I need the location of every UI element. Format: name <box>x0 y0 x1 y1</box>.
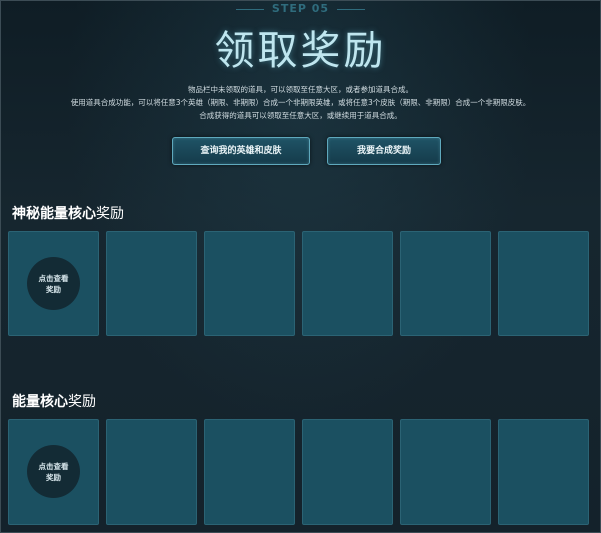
section-title-bold: 能量核心 <box>12 394 68 410</box>
page-title: 领取奖励 <box>214 28 387 74</box>
reward-card[interactable] <box>498 231 589 336</box>
reward-card[interactable] <box>204 419 295 525</box>
description: 物品栏中未领取的道具，可以领取至任意大区，或者参加道具合成。 使用道具合成功能，… <box>0 83 601 122</box>
section-title-mystery-core: 神秘能量核心奖励 <box>12 203 124 223</box>
section-title-energy-core: 能量核心奖励 <box>12 391 96 411</box>
view-reward-button[interactable]: 点击查看 奖励 <box>27 257 80 310</box>
reward-card[interactable] <box>400 231 491 336</box>
reward-card[interactable]: 点击查看 奖励 <box>8 419 99 525</box>
reward-card[interactable] <box>106 231 197 336</box>
description-line-2: 使用道具合成功能，可以将任意3个英雄（期限、非期限）合成一个非期限英雄，或将任意… <box>70 98 531 107</box>
view-reward-line-2: 奖励 <box>46 284 61 294</box>
description-line-1: 物品栏中未领取的道具，可以领取至任意大区，或者参加道具合成。 <box>188 85 413 94</box>
reward-card[interactable] <box>302 419 393 525</box>
reward-card[interactable] <box>302 231 393 336</box>
reward-card[interactable]: 点击查看 奖励 <box>8 231 99 336</box>
view-reward-line-2: 奖励 <box>46 472 61 482</box>
description-line-3: 合成获得的道具可以领取至任意大区，或继续用于道具合成。 <box>199 111 402 120</box>
section-title-suffix: 奖励 <box>68 394 96 410</box>
view-reward-line-1: 点击查看 <box>38 273 69 283</box>
view-reward-button[interactable]: 点击查看 奖励 <box>27 445 80 498</box>
section-title-bold: 神秘能量核心 <box>12 206 96 222</box>
view-reward-line-1: 点击查看 <box>38 461 69 471</box>
query-heroes-skins-button[interactable]: 查询我的英雄和皮肤 <box>172 137 310 165</box>
reward-card[interactable] <box>498 419 589 525</box>
reward-card[interactable] <box>400 419 491 525</box>
reward-card[interactable] <box>106 419 197 525</box>
compose-reward-button[interactable]: 我要合成奖励 <box>327 137 441 165</box>
reward-card[interactable] <box>204 231 295 336</box>
section-title-suffix: 奖励 <box>96 206 124 222</box>
step-label: STEP 05 <box>0 2 601 15</box>
